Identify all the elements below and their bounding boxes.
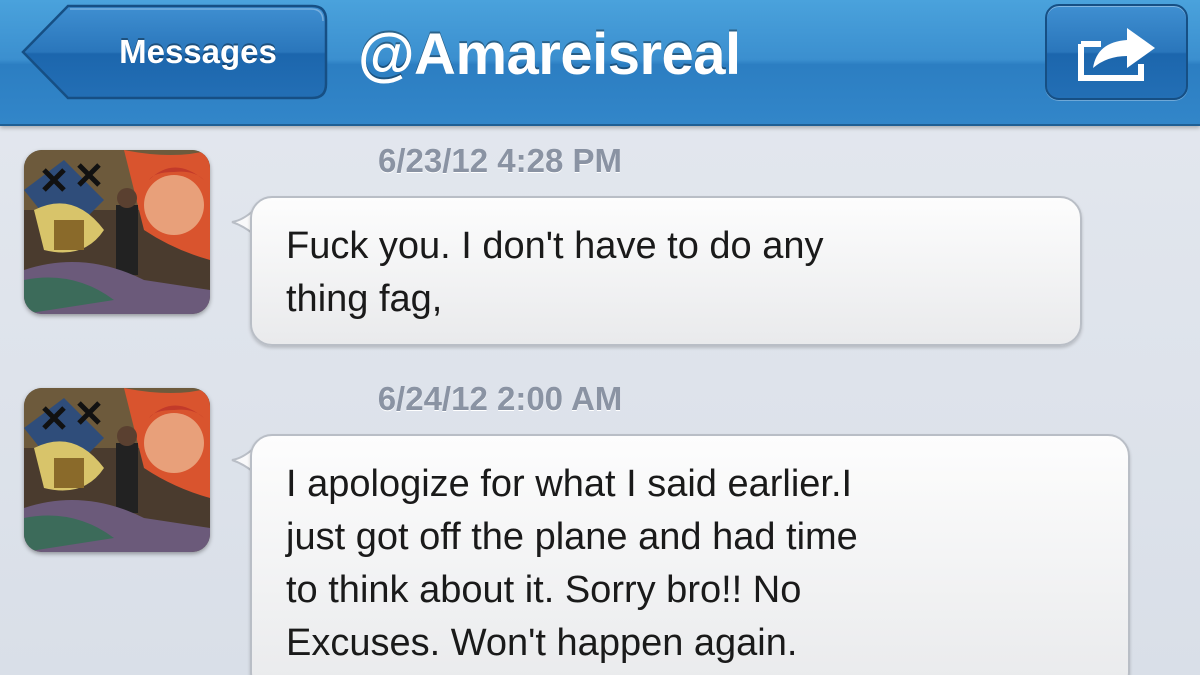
conversation-title: @Amareisreal <box>358 22 741 87</box>
message-text: I apologize for what I said earlier.I ju… <box>286 463 858 664</box>
contact-avatar[interactable] <box>24 388 210 552</box>
message-bubble[interactable]: Fuck you. I don't have to do any thing f… <box>250 196 1082 346</box>
back-button-label: Messages <box>119 33 277 70</box>
message-timestamp: 6/24/12 2:00 AM <box>377 380 623 417</box>
contact-avatar[interactable] <box>24 150 210 314</box>
share-button[interactable] <box>1045 4 1188 100</box>
message-text: Fuck you. I don't have to do any thing f… <box>286 225 824 320</box>
message-timestamp: 6/23/12 4:28 PM <box>378 142 622 179</box>
navigation-bar: Messages @Amareisreal <box>0 0 1200 126</box>
avatar-graffiti-image <box>24 150 210 314</box>
conversation-screen: Messages @Amareisreal 6/23/12 4:28 PM Fu… <box>0 0 1200 675</box>
avatar-graffiti-image <box>24 388 210 552</box>
back-button[interactable]: Messages <box>20 4 328 100</box>
share-arrow-icon <box>1078 28 1155 81</box>
message-bubble[interactable]: I apologize for what I said earlier.I ju… <box>250 434 1130 675</box>
